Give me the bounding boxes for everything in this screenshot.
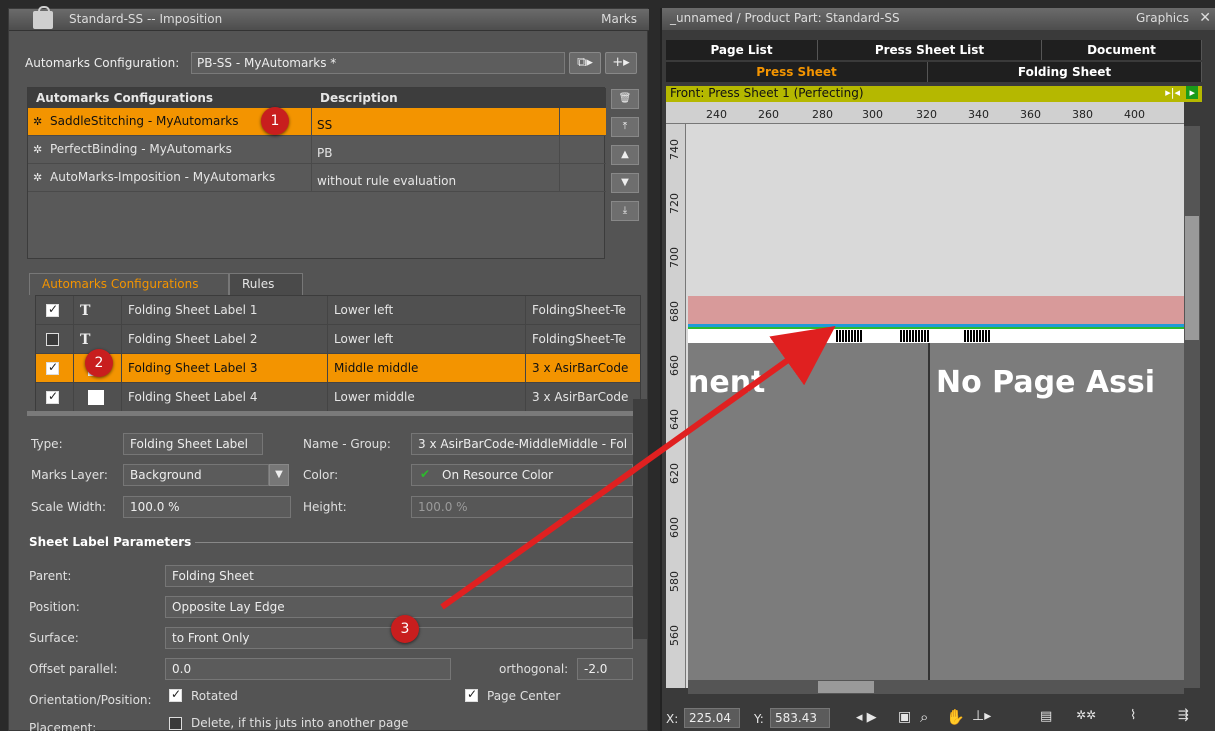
annotation-arrow: [440, 326, 836, 610]
arrow-line: [440, 326, 836, 610]
